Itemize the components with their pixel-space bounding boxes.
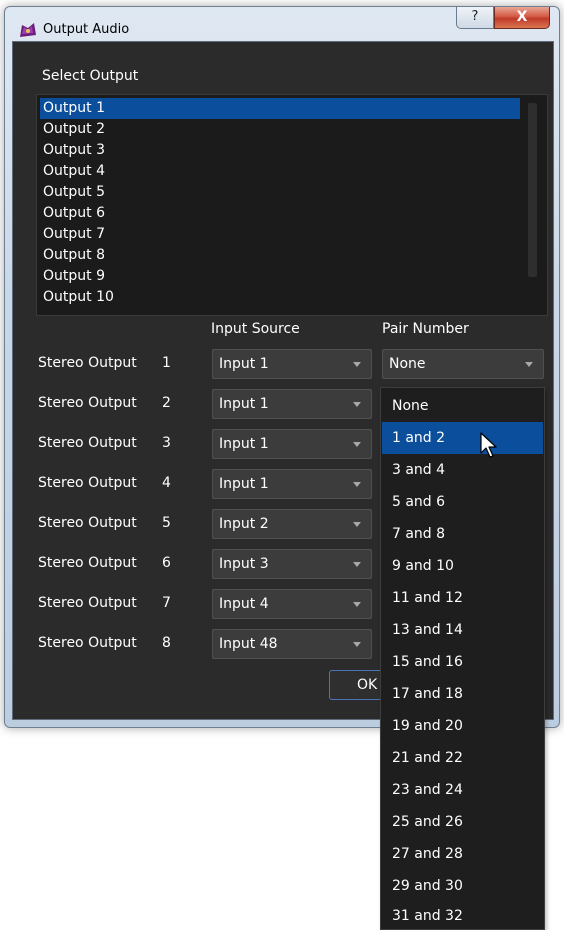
combo-value: Input 4 (219, 596, 269, 612)
dropdown-option[interactable]: 21 and 22 (382, 742, 543, 774)
pair-number-header: Pair Number (382, 321, 469, 337)
dropdown-option[interactable]: 29 and 30 (382, 870, 543, 902)
chevron-down-icon (353, 602, 361, 607)
input-source-combo-2[interactable]: Input 1 (212, 389, 372, 419)
select-output-label: Select Output (42, 68, 139, 84)
pair-number-combo-1[interactable]: None (382, 349, 544, 379)
stereo-output-label: Stereo Output (38, 475, 137, 491)
close-icon: X (516, 9, 528, 25)
output-list-item-3[interactable]: Output 3 (40, 140, 520, 161)
input-source-combo-3[interactable]: Input 1 (212, 429, 372, 459)
input-source-combo-4[interactable]: Input 1 (212, 469, 372, 499)
pair-number-dropdown[interactable]: None 1 and 2 3 and 4 5 and 6 7 and 8 9 a… (380, 387, 545, 930)
stereo-output-number: 7 (162, 595, 171, 611)
dropdown-option[interactable]: 31 and 32 (382, 902, 543, 930)
window-title: Output Audio (43, 22, 130, 37)
dropdown-option[interactable]: 23 and 24 (382, 774, 543, 806)
dropdown-option[interactable]: 3 and 4 (382, 454, 543, 486)
combo-value: Input 1 (219, 396, 269, 412)
output-list-item-6[interactable]: Output 6 (40, 203, 520, 224)
stereo-output-number: 1 (162, 355, 171, 371)
dropdown-option[interactable]: 19 and 20 (382, 710, 543, 742)
combo-value: Input 3 (219, 556, 269, 572)
stereo-output-label: Stereo Output (38, 555, 137, 571)
input-source-combo-7[interactable]: Input 4 (212, 589, 372, 619)
output-list[interactable]: Output 1 Output 2 Output 3 Output 4 Outp… (36, 94, 548, 316)
output-list-item-2[interactable]: Output 2 (40, 119, 520, 140)
chevron-down-icon (525, 362, 533, 367)
output-list-item-7[interactable]: Output 7 (40, 224, 520, 245)
chevron-down-icon (353, 642, 361, 647)
input-source-combo-8[interactable]: Input 48 (212, 629, 372, 659)
chevron-down-icon (353, 562, 361, 567)
stereo-output-label: Stereo Output (38, 515, 137, 531)
help-button[interactable]: ? (456, 7, 494, 29)
output-list-item-8[interactable]: Output 8 (40, 245, 520, 266)
dropdown-option[interactable]: 13 and 14 (382, 614, 543, 646)
chevron-down-icon (353, 522, 361, 527)
dropdown-option[interactable]: 5 and 6 (382, 486, 543, 518)
chevron-down-icon (353, 402, 361, 407)
output-list-item-5[interactable]: Output 5 (40, 182, 520, 203)
dropdown-option-highlighted[interactable]: 1 and 2 (382, 422, 543, 454)
dropdown-option[interactable]: 27 and 28 (382, 838, 543, 870)
input-source-header: Input Source (211, 321, 300, 337)
close-button[interactable]: X (494, 7, 550, 29)
stereo-output-label: Stereo Output (38, 395, 137, 411)
output-list-scrollbar[interactable] (528, 103, 537, 277)
dropdown-option[interactable]: 7 and 8 (382, 518, 543, 550)
ok-button-label: OK (357, 677, 378, 693)
combo-value: Input 1 (219, 436, 269, 452)
chevron-down-icon (353, 482, 361, 487)
combo-value: Input 48 (219, 636, 278, 652)
stereo-output-number: 2 (162, 395, 171, 411)
input-source-combo-6[interactable]: Input 3 (212, 549, 372, 579)
dropdown-option[interactable]: 15 and 16 (382, 646, 543, 678)
stereo-output-label: Stereo Output (38, 595, 137, 611)
input-source-combo-5[interactable]: Input 2 (212, 509, 372, 539)
mouse-cursor-icon (480, 432, 497, 458)
app-icon (20, 23, 36, 37)
chevron-down-icon (353, 442, 361, 447)
stereo-output-label: Stereo Output (38, 435, 137, 451)
chevron-down-icon (353, 362, 361, 367)
combo-value: Input 1 (219, 356, 269, 372)
combo-value: None (389, 356, 426, 372)
dropdown-option[interactable]: 17 and 18 (382, 678, 543, 710)
stereo-output-number: 4 (162, 475, 171, 491)
combo-value: Input 2 (219, 516, 269, 532)
stereo-output-number: 8 (162, 635, 171, 651)
input-source-combo-1[interactable]: Input 1 (212, 349, 372, 379)
stereo-output-label: Stereo Output (38, 355, 137, 371)
output-list-item-10[interactable]: Output 10 (40, 287, 520, 308)
dropdown-option[interactable]: 9 and 10 (382, 550, 543, 582)
output-list-item-1[interactable]: Output 1 (40, 98, 520, 119)
stereo-output-number: 3 (162, 435, 171, 451)
dropdown-option[interactable]: None (382, 390, 543, 422)
stereo-output-label: Stereo Output (38, 635, 137, 651)
combo-value: Input 1 (219, 476, 269, 492)
output-list-item-9[interactable]: Output 9 (40, 266, 520, 287)
output-list-item-4[interactable]: Output 4 (40, 161, 520, 182)
dropdown-option[interactable]: 11 and 12 (382, 582, 543, 614)
stereo-output-number: 5 (162, 515, 171, 531)
dropdown-option[interactable]: 25 and 26 (382, 806, 543, 838)
help-icon: ? (471, 9, 479, 24)
stereo-output-number: 6 (162, 555, 171, 571)
